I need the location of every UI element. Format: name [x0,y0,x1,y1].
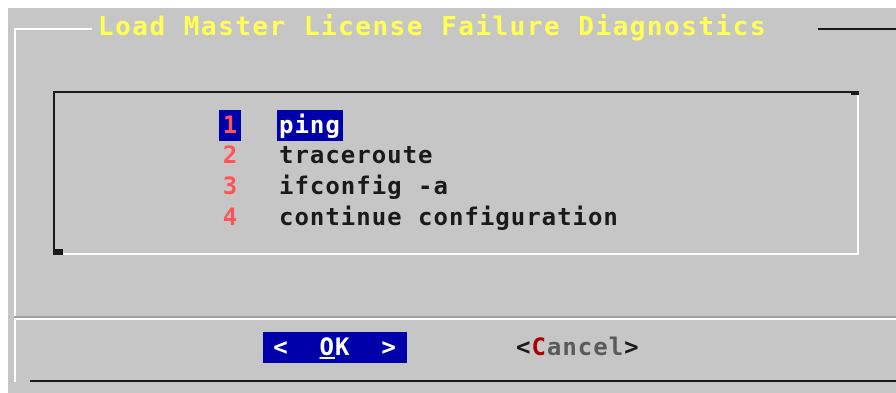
menu-item-traceroute[interactable]: 2 traceroute [219,140,436,171]
menu-item-label: continue configuration [279,203,619,231]
menu-item-tag: 3 [222,172,238,200]
ok-button[interactable]: < OK > [263,332,407,363]
cancel-button-right-bracket: > [624,333,640,361]
ok-button-label-rest: K [335,333,351,361]
ok-button-left-bracket: < [273,333,289,361]
menu-item-label: ifconfig -a [279,172,449,200]
menu-box-border-bottom [63,253,859,255]
cancel-button-label-rest: ancel [546,333,625,361]
dialog-border-bottom [30,380,896,382]
cancel-button-left-bracket: < [516,333,532,361]
menu-item-label: traceroute [279,141,434,169]
menu-box-border-top [53,91,859,93]
menu-item-tag: 4 [222,203,238,231]
dialog-border-top-left [14,28,92,30]
menu-item-tag: 2 [222,141,238,169]
dialog-border-left [14,28,16,382]
menu-item-label: ping [277,110,343,141]
menu-box-border-right [857,91,859,255]
menu-box-corner-tick [851,91,859,95]
dialog-title: Load Master License Failure Diagnostics [98,12,767,42]
ok-button-right-bracket: > [381,333,397,361]
ok-button-hotkey: O [319,333,335,361]
button-area-separator [14,318,896,320]
dialog-border-top-right [818,28,896,30]
menu-item-ifconfig[interactable]: 3 ifconfig -a [219,171,451,202]
menu-box-corner [53,249,63,255]
menu-item-continue-configuration[interactable]: 4 continue configuration [219,202,621,233]
menu-item-tag: 1 [219,110,241,141]
cancel-button-hotkey: C [531,333,547,361]
menu-box-border-left [53,91,55,255]
menu-item-ping[interactable]: 1 ping [219,110,343,141]
cancel-button[interactable]: <Cancel> [516,332,640,363]
